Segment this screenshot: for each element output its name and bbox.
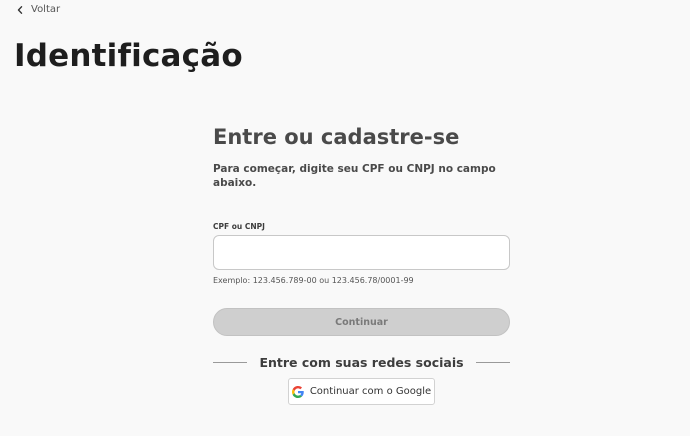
- continue-button[interactable]: Continuar: [213, 308, 510, 336]
- cpf-cnpj-input[interactable]: [213, 235, 510, 270]
- login-panel: Entre ou cadastre-se Para começar, digit…: [213, 121, 510, 370]
- divider-line-left: [213, 362, 248, 363]
- google-icon: [291, 385, 304, 398]
- cpf-cnpj-label: CPF ou CNPJ: [213, 222, 265, 231]
- back-link[interactable]: Voltar: [17, 4, 60, 15]
- google-login-label: Continuar com o Google: [309, 386, 432, 397]
- chevron-left-icon: [17, 5, 23, 14]
- social-divider: Entre com suas redes sociais: [213, 355, 510, 370]
- google-login-button[interactable]: Continuar com o Google: [288, 378, 435, 405]
- login-heading: Entre ou cadastre-se: [213, 125, 460, 149]
- divider-line-right: [475, 362, 510, 363]
- social-divider-text: Entre com suas redes sociais: [259, 355, 464, 370]
- login-subtitle: Para começar, digite seu CPF ou CNPJ no …: [213, 163, 496, 189]
- page-title: Identificação: [14, 38, 243, 74]
- cpf-cnpj-hint: Exemplo: 123.456.789-00 ou 123.456.78/00…: [213, 276, 414, 285]
- back-link-label: Voltar: [31, 4, 61, 15]
